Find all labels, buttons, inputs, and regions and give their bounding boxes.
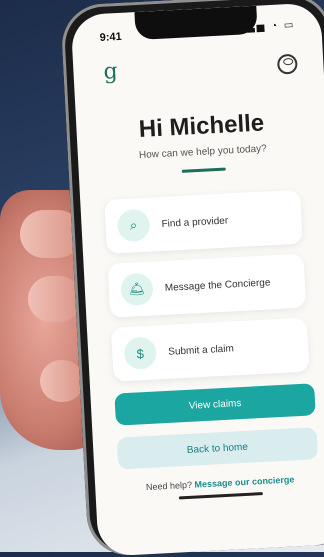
option-label: Submit a claim: [167, 342, 235, 358]
help-prefix: Need help?: [145, 479, 193, 493]
phone-frame: 9:41 ▂▃▅ ◔ ▭ g Hi Michelle How can we he…: [60, 0, 324, 557]
help-text: Need help? Message our concierge: [95, 472, 324, 495]
back-to-home-button[interactable]: Back to home: [116, 427, 319, 470]
home-indicator[interactable]: [178, 492, 263, 500]
search-icon: ⌕: [116, 208, 151, 243]
dollar-receipt-icon: $: [123, 336, 158, 371]
greeting-title: Hi Michelle: [138, 109, 265, 144]
finger: [40, 360, 84, 402]
option-submit-claim[interactable]: $ Submit a claim: [110, 317, 310, 382]
option-label: Find a provider: [161, 215, 229, 230]
option-find-provider[interactable]: ⌕ Find a provider: [104, 189, 303, 254]
status-icons: ▂▃▅ ◔ ▭: [236, 19, 296, 34]
profile-icon[interactable]: [276, 53, 298, 75]
phone-screen: 9:41 ▂▃▅ ◔ ▭ g Hi Michelle How can we he…: [70, 2, 324, 557]
title-underline: [181, 167, 226, 173]
option-label: Message the Concierge: [164, 276, 271, 294]
view-claims-button[interactable]: View claims: [114, 383, 316, 426]
option-message-concierge[interactable]: 🛎 Message the Concierge: [107, 253, 307, 318]
concierge-bell-icon: 🛎: [120, 272, 154, 307]
app-logo[interactable]: g: [103, 59, 118, 85]
status-time: 9:41: [99, 30, 123, 44]
message-concierge-link[interactable]: Message our concierge: [194, 474, 294, 489]
